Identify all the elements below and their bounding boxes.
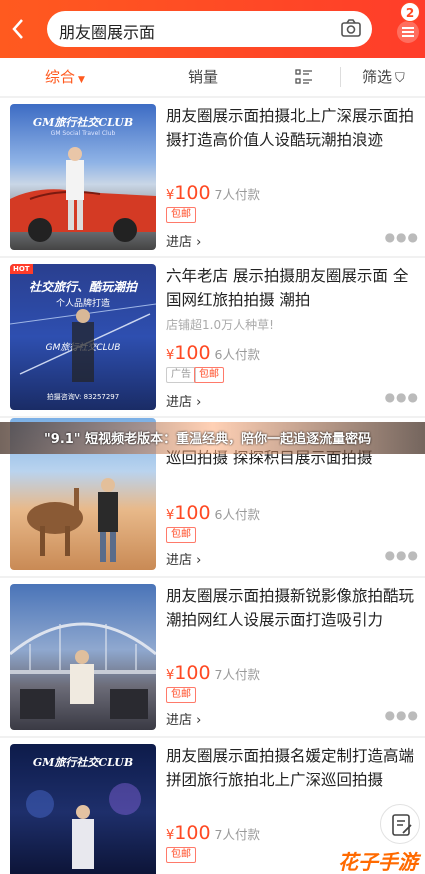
chevron-right-icon: ›	[192, 395, 202, 410]
funnel-icon: ⛉	[395, 71, 405, 86]
enter-shop-link[interactable]: 进店 ›	[166, 231, 201, 250]
more-icon[interactable]: ●●●	[385, 548, 419, 562]
caret-down-icon: ▼	[78, 75, 85, 85]
free-shipping-tag: 包邮	[166, 207, 196, 223]
sort-comprehensive-label: 综合	[45, 68, 76, 86]
product-card[interactable]: GM旅行社交CLUB GM Social Travel Club 朋友圈展示面拍…	[0, 98, 425, 256]
bridge-illustration	[10, 622, 156, 719]
filter-separator	[340, 67, 341, 87]
free-shipping-tag: 包邮	[166, 687, 196, 703]
product-title[interactable]: 六年老店 展示拍摄朋友圈展示面 全国网红旅拍拍摄 潮拍	[166, 264, 418, 312]
price: ¥100 6人付款	[166, 342, 260, 364]
sales-count: 7人付款	[214, 187, 260, 202]
promo-banner[interactable]: "9.1" 短视频老版本：重温经典，陪你一起追逐流量密码	[0, 422, 425, 454]
more-icon[interactable]: ●●●	[385, 708, 419, 722]
back-icon[interactable]	[6, 14, 32, 44]
search-input[interactable]: 朋友圈展示面	[47, 11, 372, 47]
camera-icon[interactable]	[340, 18, 362, 40]
watermark-text: 花子手游	[338, 850, 418, 874]
product-image[interactable]: GM旅行社交CLUB GM Social Travel Club	[10, 104, 156, 250]
free-shipping-tag: 包邮	[166, 847, 196, 863]
product-title[interactable]: 朋友圈展示面拍摄新锐影像旅拍酷玩潮拍网红人设展示面打造吸引力	[166, 584, 418, 632]
feedback-button[interactable]	[380, 804, 420, 844]
product-image[interactable]: GM旅行社交CLUB	[10, 744, 156, 874]
more-icon[interactable]: ●●●	[385, 230, 419, 244]
price: ¥100 6人付款	[166, 502, 260, 524]
sort-comprehensive-tab[interactable]: 综合 ▼	[45, 66, 85, 87]
layout-toggle-icon[interactable]	[295, 68, 313, 90]
product-title[interactable]: 朋友圈展示面拍摄北上广深展示面拍摄打造高价值人设酷玩潮拍浪迹	[166, 104, 418, 152]
more-icon[interactable]: ●●●	[385, 390, 419, 404]
sales-count: 6人付款	[214, 507, 260, 522]
sales-count: 6人付款	[214, 347, 260, 362]
enter-shop-label: 进店	[166, 553, 193, 568]
free-shipping-tag: 包邮	[194, 367, 224, 383]
sales-count: 7人付款	[214, 827, 260, 842]
product-card[interactable]: 社交旅行、酷玩潮拍 个人品牌打造 HOT GM旅行社交CLUB 拍摄咨询V: 8…	[0, 258, 425, 416]
banner-text: "9.1" 短视频老版本：重温经典，陪你一起追逐流量密码	[44, 432, 372, 447]
filter-label: 筛选	[362, 68, 393, 86]
product-title[interactable]: 朋友圈展示面拍摄名媛定制打造高端拼团旅行旅拍北上广深巡回拍摄	[166, 744, 418, 792]
product-card[interactable]: 朋友圈展示面拍摄新锐影像旅拍酷玩潮拍网红人设展示面打造吸引力 ¥100 7人付款 …	[0, 578, 425, 736]
edit-icon	[392, 814, 412, 836]
enter-shop-label: 进店	[166, 235, 193, 250]
bridge-illustration	[10, 303, 156, 382]
price: ¥100 7人付款	[166, 662, 260, 684]
enter-shop-label: 进店	[166, 713, 193, 728]
chevron-right-icon: ›	[192, 713, 202, 728]
sales-count: 7人付款	[214, 667, 260, 682]
price: ¥100 7人付款	[166, 182, 260, 204]
shop-hint: 店铺超1.0万人种草!	[166, 318, 274, 332]
message-count-badge: 2	[400, 2, 420, 22]
enter-shop-link[interactable]: 进店 ›	[166, 709, 201, 728]
enter-shop-link[interactable]: 进店 ›	[166, 391, 201, 410]
car-illustration	[10, 147, 156, 242]
enter-shop-link[interactable]: 进店 ›	[166, 549, 201, 568]
top-bar: 朋友圈展示面 2	[0, 0, 425, 58]
search-query: 朋友圈展示面	[59, 23, 156, 42]
product-image[interactable]	[10, 584, 156, 730]
concert-illustration	[26, 783, 141, 869]
product-image[interactable]: 社交旅行、酷玩潮拍 个人品牌打造 HOT GM旅行社交CLUB 拍摄咨询V: 8…	[10, 264, 156, 410]
filter-bar: 综合 ▼ 销量 筛选 ⛉	[0, 58, 425, 96]
ad-tag: 广告	[166, 367, 196, 383]
price: ¥100 7人付款	[166, 822, 260, 844]
chevron-right-icon: ›	[192, 235, 202, 250]
filter-button[interactable]: 筛选 ⛉	[362, 66, 405, 87]
sort-sales-tab[interactable]: 销量	[188, 66, 218, 87]
free-shipping-tag: 包邮	[166, 527, 196, 543]
enter-shop-label: 进店	[166, 395, 193, 410]
chevron-right-icon: ›	[192, 553, 202, 568]
